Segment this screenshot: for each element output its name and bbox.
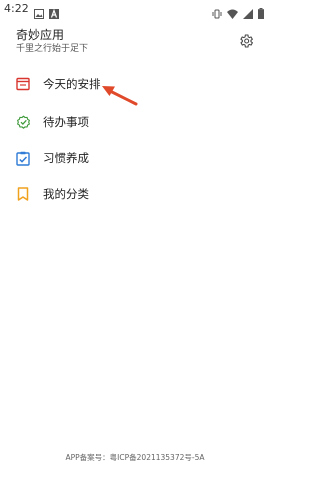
pointer-arrow-icon <box>100 82 140 110</box>
calendar-icon <box>15 76 31 92</box>
check-badge-icon <box>15 114 31 130</box>
status-time: 4:22 <box>4 2 29 15</box>
vibrate-icon <box>212 4 222 23</box>
signal-icon <box>243 4 253 23</box>
menu-item-habit[interactable]: 习惯养成 <box>0 144 270 172</box>
image-notification-icon <box>34 4 44 23</box>
battery-icon <box>258 4 264 23</box>
settings-button[interactable] <box>236 31 256 51</box>
font-notification-icon <box>49 4 59 23</box>
gear-icon <box>240 34 253 48</box>
icp-footer: APP备案号：粤ICP备2021135372号-5A <box>65 453 205 462</box>
status-bar: 4:22 <box>0 0 270 19</box>
menu-item-todo[interactable]: 待办事项 <box>0 108 270 136</box>
menu-item-label: 我的分类 <box>43 187 89 201</box>
system-status-icons <box>212 4 264 23</box>
menu-item-label: 待办事项 <box>43 115 89 129</box>
notification-icons <box>34 4 59 23</box>
clipboard-check-icon <box>15 150 31 166</box>
menu-item-label: 今天的安排 <box>43 77 101 91</box>
app-screen: 4:22 奇妙应用 千里之行始于足下 今天的安排 待办事项 习惯养成 我的分类 … <box>0 0 270 480</box>
menu-item-label: 习惯养成 <box>43 151 89 165</box>
app-subtitle: 千里之行始于足下 <box>16 44 89 54</box>
menu-item-categories[interactable]: 我的分类 <box>0 180 270 208</box>
wifi-icon <box>227 4 238 23</box>
bookmark-icon <box>15 186 31 202</box>
